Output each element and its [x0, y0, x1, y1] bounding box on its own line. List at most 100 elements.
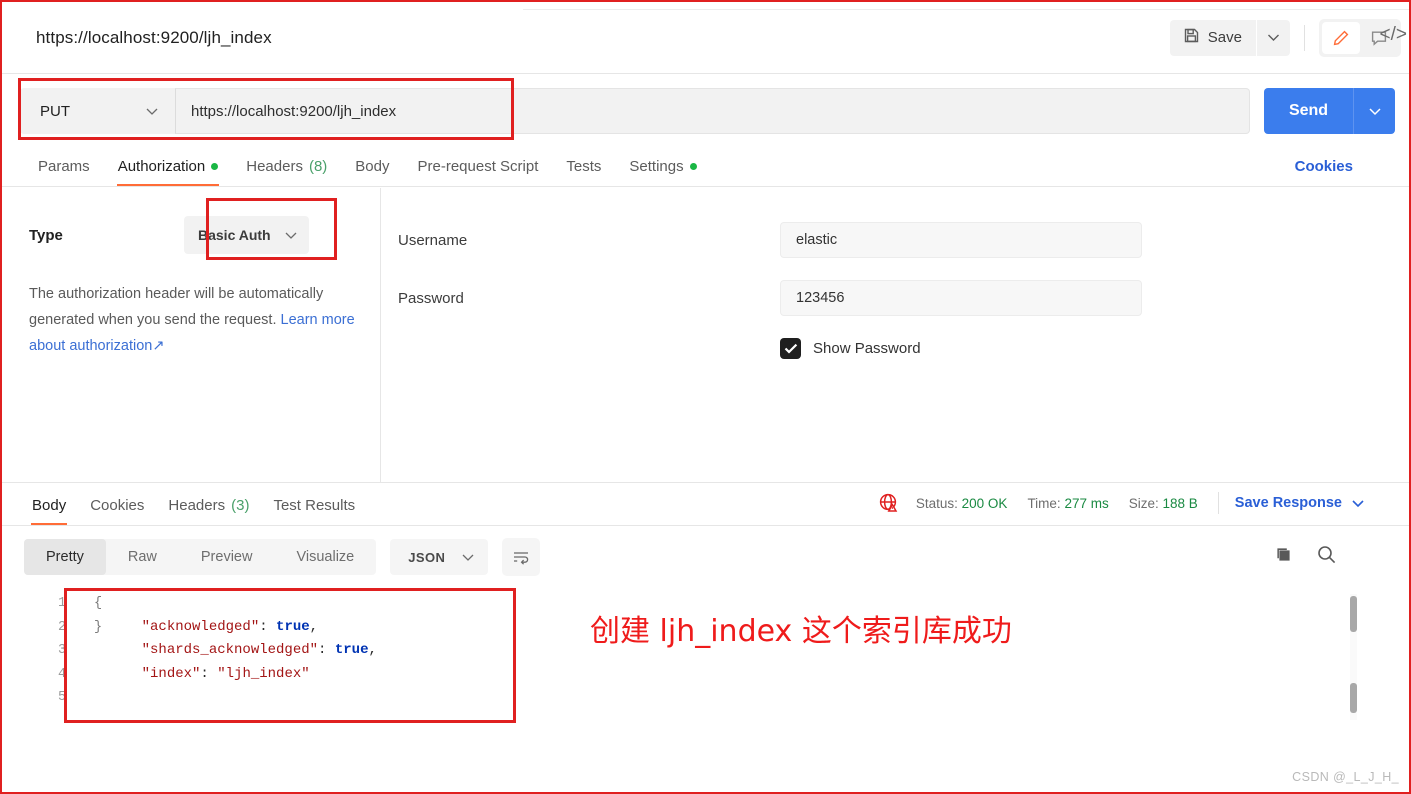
save-button-label: Save: [1207, 29, 1242, 46]
url-input[interactable]: https://localhost:9200/ljh_index: [175, 88, 1250, 134]
search-icon[interactable]: [1316, 544, 1337, 570]
response-toolbar: Pretty Raw Preview Visualize JSON: [2, 526, 1409, 588]
format-value: JSON: [408, 549, 446, 565]
annotation-text: 创建 ljh_index 这个索引库成功: [590, 614, 1012, 649]
title-bar: https://localhost:9200/ljh_index Save </…: [2, 2, 1409, 74]
status-label: Status:: [915, 495, 958, 511]
response-tab-body[interactable]: Body: [20, 497, 78, 525]
size-text: Size: 188 B: [1129, 496, 1198, 511]
tab-label: Cookies: [90, 497, 145, 514]
title-bar-actions: Save: [1169, 18, 1409, 57]
watermark: CSDN @_L_J_H_: [1292, 770, 1399, 784]
json-token-bool: true: [276, 618, 310, 635]
tab-count-badge: (3): [231, 497, 250, 514]
method-select[interactable]: PUT: [20, 88, 175, 134]
size-value: 188 B: [1162, 495, 1198, 511]
cookies-link[interactable]: Cookies: [1295, 158, 1353, 175]
tab-label: Body: [32, 497, 67, 514]
auth-type-row: Type Basic Auth: [29, 216, 356, 254]
password-label: Password: [398, 289, 464, 307]
auth-credentials-panel: Username elastic Password 123456 Show Pa…: [381, 188, 1409, 482]
tab-label: Authorization: [117, 158, 206, 175]
username-row: Username elastic: [398, 222, 1409, 258]
chevron-down-icon: [1352, 499, 1364, 507]
vertical-scrollbar-thumb-bottom[interactable]: [1350, 683, 1357, 713]
toolbar-divider: [1304, 24, 1305, 51]
tab-params[interactable]: Params: [24, 158, 104, 186]
auth-type-panel: Type Basic Auth The authorization header…: [2, 188, 381, 482]
tab-label: Body: [355, 158, 390, 175]
auth-type-label: Type: [29, 226, 63, 244]
save-options-caret[interactable]: [1257, 19, 1290, 56]
tab-authorization[interactable]: Authorization: [104, 158, 233, 186]
chevron-down-icon: [1268, 34, 1279, 41]
tab-label: Params: [38, 158, 90, 175]
save-button-group: Save: [1169, 19, 1290, 56]
save-button[interactable]: Save: [1169, 19, 1256, 56]
code-fold-column: { }: [94, 596, 103, 635]
username-label: Username: [398, 231, 468, 249]
response-tab-cookies[interactable]: Cookies: [78, 497, 156, 525]
floppy-disk-icon: [1183, 27, 1200, 48]
json-token-punct: :: [318, 642, 335, 658]
status-text: Status: 200 OK: [916, 496, 1008, 511]
tab-label: Tests: [566, 158, 602, 175]
tab-label: Headers: [168, 497, 226, 514]
save-response-button[interactable]: Save Response: [1235, 495, 1365, 511]
tab-headers[interactable]: Headers (8): [232, 158, 341, 186]
show-password-row[interactable]: Show Password: [780, 338, 1409, 359]
url-input-value: https://localhost:9200/ljh_index: [191, 102, 397, 120]
view-visualize[interactable]: Visualize: [274, 539, 376, 575]
pencil-icon: [1333, 30, 1349, 45]
status-value: 200 OK: [961, 495, 1008, 511]
view-preview[interactable]: Preview: [179, 539, 275, 575]
username-input[interactable]: elastic: [780, 222, 1142, 258]
auth-type-select[interactable]: Basic Auth: [184, 216, 309, 254]
json-token-punct: :: [200, 665, 218, 682]
time-label: Time:: [1027, 495, 1061, 511]
password-input[interactable]: 123456: [780, 280, 1142, 316]
send-options-caret[interactable]: [1353, 88, 1395, 134]
status-dot: [689, 163, 697, 170]
url-bar: PUT https://localhost:9200/ljh_index Sen…: [2, 75, 1409, 147]
json-code-block[interactable]: "acknowledged": true, "shards_acknowledg…: [108, 592, 377, 686]
password-value: 123456: [796, 290, 845, 306]
tab-label: Headers: [246, 158, 303, 175]
request-title: https://localhost:9200/ljh_index: [36, 27, 272, 47]
auth-description-text: The authorization header will be automat…: [29, 286, 324, 328]
tab-settings[interactable]: Settings: [615, 158, 710, 186]
size-label: Size:: [1128, 495, 1159, 511]
tab-pre-request-script[interactable]: Pre-request Script: [404, 158, 553, 186]
json-token-punct: ,: [309, 618, 319, 635]
copy-icon[interactable]: [1274, 545, 1294, 570]
globe-warning-icon: [878, 492, 900, 514]
copy-glyph: [1277, 547, 1290, 561]
tab-body[interactable]: Body: [341, 158, 403, 186]
view-raw[interactable]: Raw: [106, 539, 179, 575]
response-tab-headers[interactable]: Headers (3): [156, 497, 261, 525]
meta-divider: [1217, 492, 1219, 514]
json-token-string: "ljh_index": [217, 665, 310, 682]
word-wrap-button[interactable]: [502, 538, 541, 576]
vertical-scrollbar-thumb-top[interactable]: [1350, 596, 1357, 632]
tab-tests[interactable]: Tests: [552, 158, 615, 186]
code-snippet-button[interactable]: </>: [1380, 24, 1407, 46]
send-button[interactable]: Send: [1264, 88, 1353, 134]
edit-mode-button[interactable]: [1322, 21, 1360, 54]
external-link-icon: ↗: [152, 338, 165, 354]
auth-description: The authorization header will be automat…: [29, 281, 356, 359]
postman-window: https://localhost:9200/ljh_index Save </…: [0, 0, 1411, 794]
title-bar-left: https://localhost:9200/ljh_index: [2, 28, 1170, 48]
response-tab-test-results[interactable]: Test Results: [261, 497, 367, 525]
chevron-down-icon: [146, 108, 158, 115]
format-select[interactable]: JSON: [390, 539, 489, 575]
chevron-down-icon: [462, 554, 474, 561]
password-row: Password 123456: [398, 280, 1409, 316]
checkmark-icon: [784, 343, 797, 354]
json-token-key: "index": [141, 665, 201, 682]
chevron-down-icon: [1368, 107, 1381, 115]
view-pretty[interactable]: Pretty: [24, 539, 106, 575]
send-button-group: Send: [1264, 88, 1395, 134]
show-password-checkbox[interactable]: [780, 338, 801, 359]
save-response-label: Save Response: [1234, 495, 1342, 511]
